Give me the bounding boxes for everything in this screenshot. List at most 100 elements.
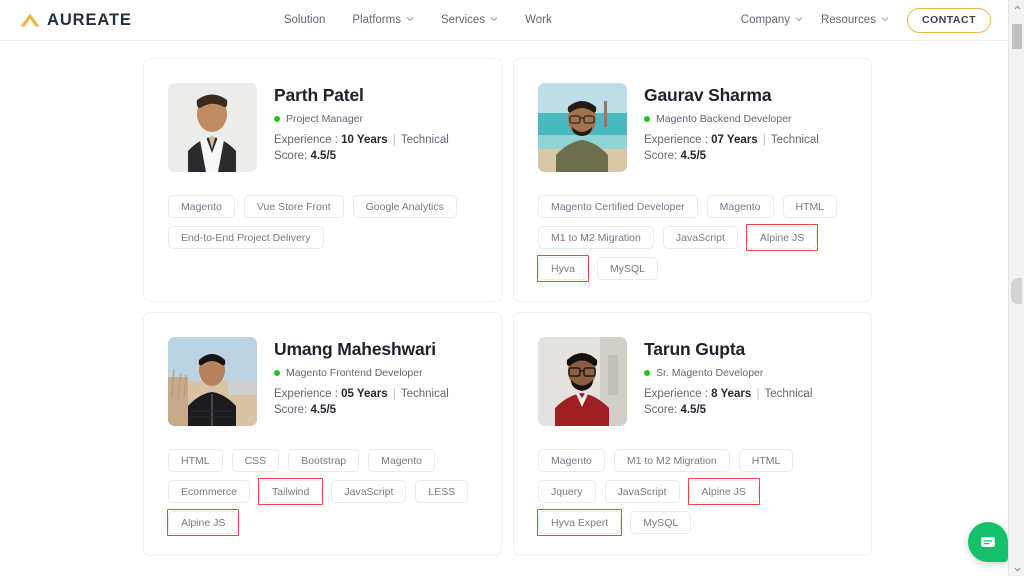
skill-tag[interactable]: LESS bbox=[415, 480, 469, 503]
site-header: AUREATE Solution Platforms Services Work bbox=[0, 0, 1008, 41]
secondary-nav: Company Resources CONTACT bbox=[741, 7, 991, 33]
person-name: Umang Maheshwari bbox=[274, 339, 436, 359]
skill-tag-highlighted[interactable]: Alpine JS bbox=[687, 478, 761, 505]
score-value: 4.5/5 bbox=[680, 149, 707, 162]
skill-tag[interactable]: JavaScript bbox=[604, 480, 680, 503]
role-label: Magento Backend Developer bbox=[656, 113, 792, 126]
chat-widget-button[interactable] bbox=[968, 522, 1008, 562]
experience-label: Experience : bbox=[274, 134, 338, 147]
role-label: Sr. Magento Developer bbox=[656, 367, 764, 380]
skill-tag-highlighted[interactable]: Alpine JS bbox=[166, 509, 240, 536]
nav-item-platforms[interactable]: Platforms bbox=[352, 14, 414, 26]
nav-item-label: Work bbox=[525, 14, 552, 26]
skill-tag[interactable]: Google Analytics bbox=[352, 195, 457, 218]
primary-nav: Solution Platforms Services Work bbox=[284, 14, 552, 26]
scrollbar-thumb[interactable] bbox=[1012, 24, 1022, 49]
skill-tag[interactable]: MySQL bbox=[630, 511, 692, 534]
identity-block: Umang Maheshwari Magento Frontend Develo… bbox=[274, 337, 477, 426]
profile-card[interactable]: Tarun Gupta Sr. Magento Developer Experi… bbox=[513, 312, 872, 556]
chevron-down-icon bbox=[490, 15, 498, 23]
score-value: 4.5/5 bbox=[310, 149, 337, 162]
experience-score-line: Experience : 07 Years | Technical Score:… bbox=[644, 133, 847, 164]
skill-tag[interactable]: HTML bbox=[738, 449, 794, 472]
identity-block: Gaurav Sharma Magento Backend Developer … bbox=[644, 83, 847, 172]
chevron-down-icon bbox=[406, 15, 414, 23]
scrollbar-side-grip[interactable] bbox=[1011, 278, 1022, 304]
skill-tag[interactable]: JavaScript bbox=[331, 480, 407, 503]
experience-value: 05 Years bbox=[341, 388, 388, 401]
nav-item-services[interactable]: Services bbox=[441, 14, 498, 26]
experience-label: Experience : bbox=[644, 134, 708, 147]
experience-score-line: Experience : 8 Years | Technical Score: … bbox=[644, 387, 847, 418]
card-header: Gaurav Sharma Magento Backend Developer … bbox=[538, 83, 847, 172]
role-row: Magento Frontend Developer bbox=[274, 367, 477, 379]
brand-logo[interactable]: AUREATE bbox=[19, 11, 132, 30]
skill-tag[interactable]: End-to-End Project Delivery bbox=[168, 226, 324, 249]
avatar-umang-maheshwari bbox=[168, 337, 257, 426]
person-name: Tarun Gupta bbox=[644, 339, 746, 359]
skill-tag[interactable]: Magento bbox=[706, 195, 774, 218]
person-name: Parth Patel bbox=[274, 85, 364, 105]
identity-block: Parth Patel Project Manager Experience :… bbox=[274, 83, 477, 172]
skill-tag[interactable]: CSS bbox=[231, 449, 280, 472]
skill-tag[interactable]: Magento bbox=[168, 195, 235, 218]
score-value: 4.5/5 bbox=[310, 403, 337, 416]
card-header: Parth Patel Project Manager Experience :… bbox=[168, 83, 477, 172]
vertical-scrollbar[interactable] bbox=[1008, 0, 1024, 576]
scroll-up-arrow-icon[interactable] bbox=[1009, 0, 1024, 14]
meta-separator: | bbox=[392, 388, 396, 401]
experience-value: 10 Years bbox=[341, 134, 388, 147]
role-row: Magento Backend Developer bbox=[644, 113, 847, 125]
experience-label: Experience : bbox=[644, 388, 708, 401]
skill-tag[interactable]: Ecommerce bbox=[168, 480, 251, 503]
scroll-down-arrow-icon[interactable] bbox=[1009, 562, 1024, 576]
score-value: 4.5/5 bbox=[680, 403, 707, 416]
skill-tag[interactable]: HTML bbox=[168, 449, 223, 472]
skill-tag[interactable]: Vue Store Front bbox=[243, 195, 344, 218]
meta-separator: | bbox=[756, 388, 760, 401]
nav-item-solution[interactable]: Solution bbox=[284, 14, 326, 26]
skill-tag[interactable]: M1 to M2 Migration bbox=[538, 226, 654, 249]
nav-item-company[interactable]: Company bbox=[741, 14, 803, 26]
skill-tag-highlighted[interactable]: Tailwind bbox=[258, 478, 324, 505]
skill-tag-list: Magento M1 to M2 Migration HTML Jquery J… bbox=[536, 449, 847, 536]
skill-tag-highlighted[interactable]: Alpine JS bbox=[745, 224, 819, 251]
experience-score-line: Experience : 05 Years | Technical Score:… bbox=[274, 387, 477, 418]
skill-tag[interactable]: Magento bbox=[538, 449, 605, 472]
profile-card-grid: Parth Patel Project Manager Experience :… bbox=[143, 58, 873, 556]
page-root: AUREATE Solution Platforms Services Work bbox=[0, 0, 1024, 576]
profile-card[interactable]: Umang Maheshwari Magento Frontend Develo… bbox=[143, 312, 502, 556]
nav-item-label: Company bbox=[740, 14, 790, 26]
skill-tag[interactable]: Magento Certified Developer bbox=[538, 195, 698, 218]
skill-tag-list: Magento Vue Store Front Google Analytics… bbox=[168, 195, 477, 249]
chevron-down-icon bbox=[795, 15, 803, 23]
skill-tag-highlighted[interactable]: Hyva bbox=[537, 255, 589, 282]
contact-button[interactable]: CONTACT bbox=[906, 7, 991, 33]
role-label: Project Manager bbox=[286, 113, 364, 126]
avatar-gaurav-sharma bbox=[538, 83, 627, 172]
experience-value: 8 Years bbox=[711, 388, 752, 401]
card-header: Tarun Gupta Sr. Magento Developer Experi… bbox=[538, 337, 847, 426]
profile-card[interactable]: Gaurav Sharma Magento Backend Developer … bbox=[513, 58, 872, 302]
skill-tag-highlighted[interactable]: Hyva Expert bbox=[536, 509, 623, 536]
skill-tag[interactable]: M1 to M2 Migration bbox=[613, 449, 730, 472]
skill-tag-list: HTML CSS Bootstrap Magento Ecommerce Tai… bbox=[166, 449, 477, 536]
skill-tag[interactable]: HTML bbox=[782, 195, 838, 218]
status-dot-icon bbox=[274, 116, 280, 123]
person-name: Gaurav Sharma bbox=[644, 85, 772, 105]
experience-value: 07 Years bbox=[711, 134, 758, 147]
nav-item-resources[interactable]: Resources bbox=[821, 14, 889, 26]
skill-tag[interactable]: Bootstrap bbox=[288, 449, 360, 472]
skill-tag[interactable]: JavaScript bbox=[662, 226, 738, 249]
avatar-tarun-gupta bbox=[538, 337, 627, 426]
status-dot-icon bbox=[644, 116, 650, 123]
avatar-parth-patel bbox=[168, 83, 257, 172]
skill-tag[interactable]: Magento bbox=[368, 449, 436, 472]
skill-tag[interactable]: Jquery bbox=[538, 480, 596, 503]
nav-item-label: Solution bbox=[283, 14, 326, 26]
experience-label: Experience : bbox=[274, 388, 338, 401]
skill-tag[interactable]: MySQL bbox=[596, 257, 658, 280]
profile-card[interactable]: Parth Patel Project Manager Experience :… bbox=[143, 58, 502, 302]
chevron-up-logo-icon bbox=[19, 12, 41, 28]
nav-item-work[interactable]: Work bbox=[525, 14, 552, 26]
